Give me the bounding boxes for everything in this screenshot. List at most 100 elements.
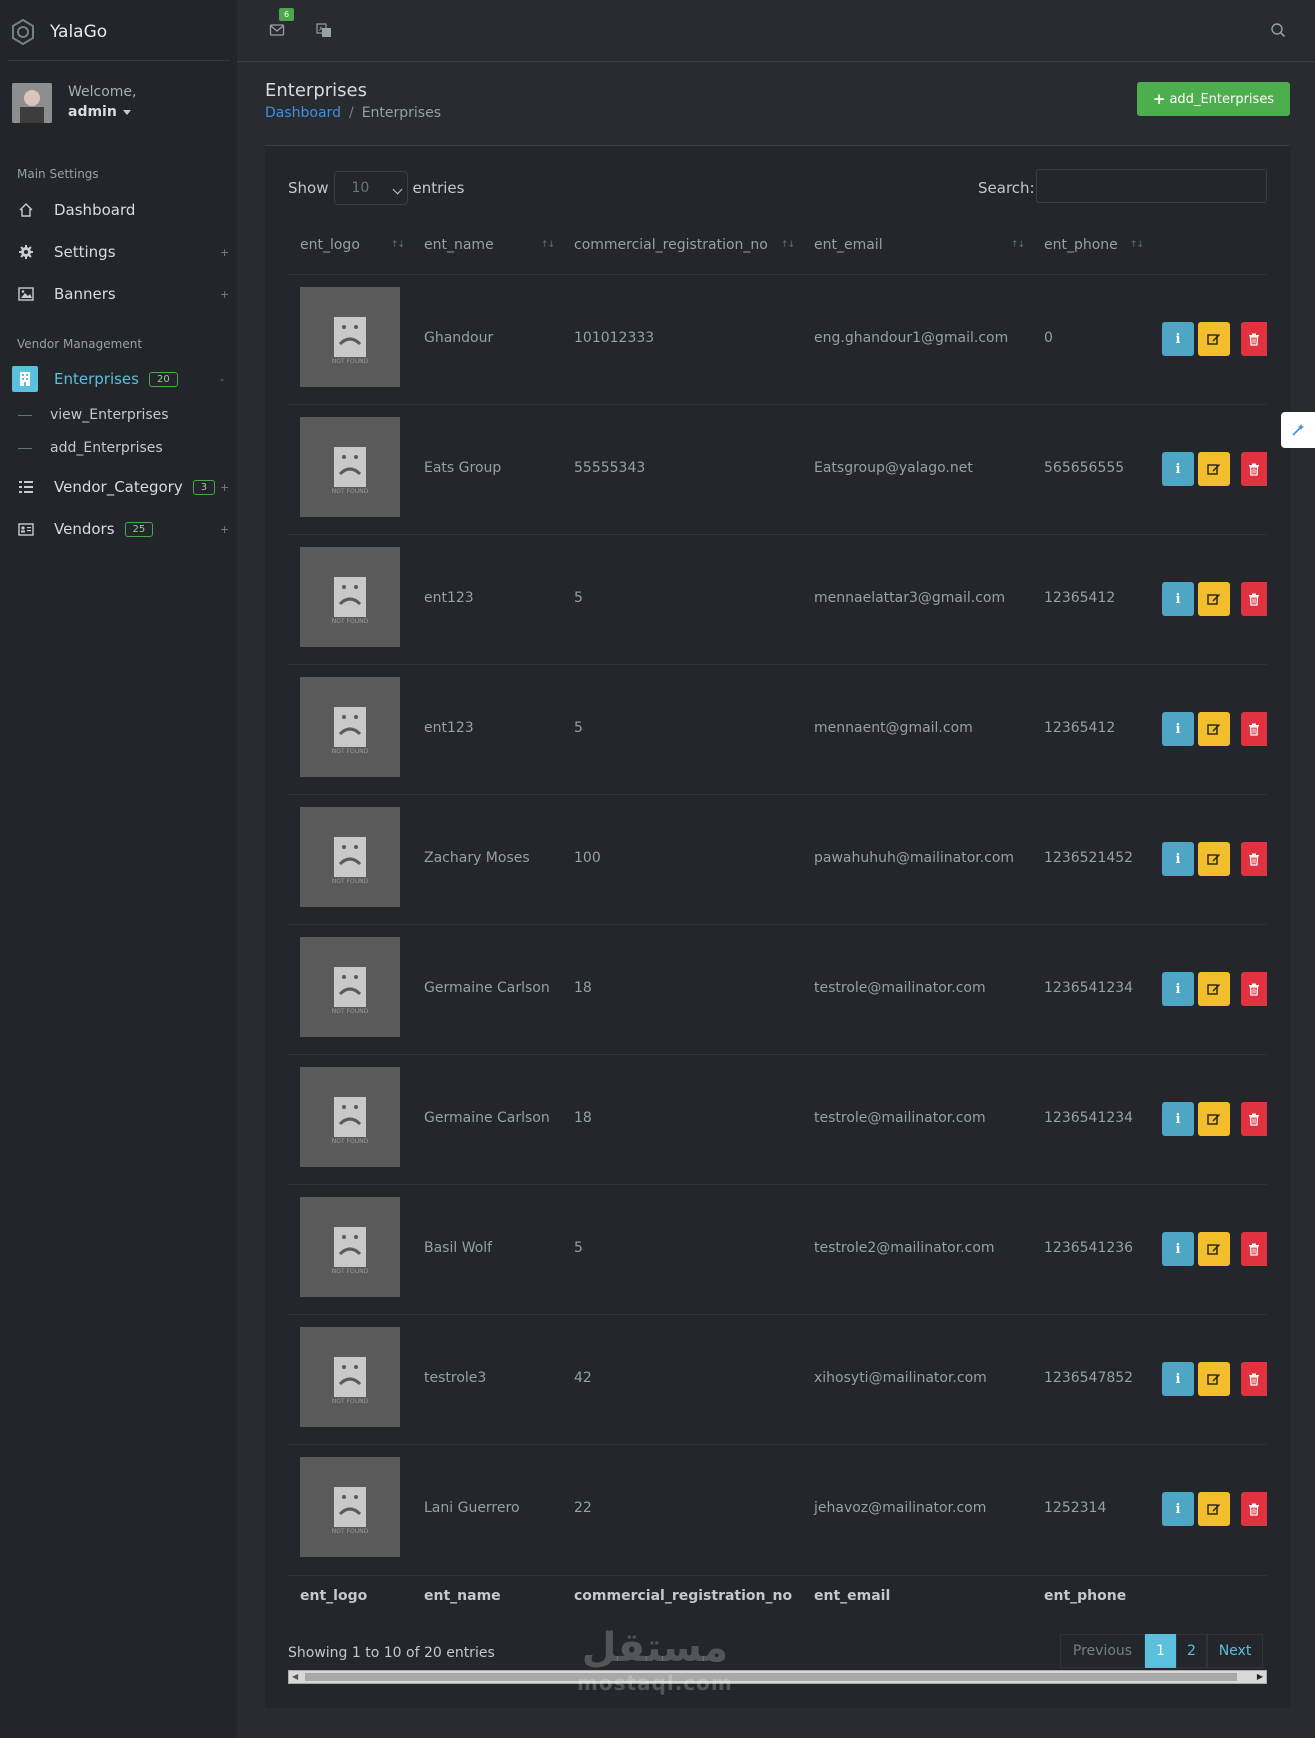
- edit-button[interactable]: [1198, 582, 1230, 616]
- user-profile[interactable]: Welcome, admin: [12, 83, 137, 123]
- cell-commercial-registration-no: 101012333: [574, 330, 655, 346]
- search-icon[interactable]: [1270, 22, 1286, 38]
- cell-commercial-registration-no: 5: [574, 590, 583, 606]
- column-header-ent-logo[interactable]: ent_logo: [300, 237, 360, 253]
- edit-button[interactable]: [1198, 972, 1230, 1006]
- edit-button[interactable]: [1198, 712, 1230, 746]
- scroll-left-arrow-icon[interactable]: ◀: [292, 1672, 298, 1681]
- enterprise-logo: NOT FOUND: [300, 1067, 400, 1167]
- edit-button[interactable]: [1198, 1102, 1230, 1136]
- cell-ent-name: Zachary Moses: [424, 850, 530, 866]
- collapse-icon[interactable]: -: [220, 373, 224, 386]
- delete-button[interactable]: [1241, 1492, 1267, 1526]
- sort-icon[interactable]: ↑↓: [1130, 240, 1144, 250]
- entries-select[interactable]: 10: [334, 171, 409, 205]
- mail-icon[interactable]: [269, 22, 285, 38]
- expand-icon[interactable]: +: [220, 523, 229, 536]
- brand[interactable]: YalaGo: [10, 18, 107, 46]
- horizontal-scrollbar[interactable]: ◀ ▶: [288, 1670, 1267, 1684]
- info-icon: i: [1175, 851, 1181, 867]
- trash-icon: [1249, 1243, 1259, 1256]
- cell-commercial-registration-no: 100: [574, 850, 601, 866]
- add-enterprises-button[interactable]: + add_Enterprises: [1137, 82, 1290, 116]
- delete-button[interactable]: [1241, 972, 1267, 1006]
- footer-header-ent-phone: ent_phone: [1044, 1588, 1127, 1604]
- info-button[interactable]: i: [1162, 1362, 1194, 1396]
- info-button[interactable]: i: [1162, 582, 1194, 616]
- info-button[interactable]: i: [1162, 452, 1194, 486]
- username: admin: [68, 104, 117, 120]
- column-header-ent-phone[interactable]: ent_phone: [1044, 237, 1118, 253]
- expand-icon[interactable]: +: [220, 246, 229, 259]
- cell-ent-email: testrole@mailinator.com: [814, 980, 986, 996]
- row-divider: [288, 1054, 1267, 1055]
- enterprise-logo: NOT FOUND: [300, 417, 400, 517]
- search-input[interactable]: [1036, 169, 1267, 203]
- info-button[interactable]: i: [1162, 1492, 1194, 1526]
- page-2-button[interactable]: 2: [1176, 1634, 1207, 1668]
- info-button[interactable]: i: [1162, 322, 1194, 356]
- edit-button[interactable]: [1198, 452, 1230, 486]
- edit-button[interactable]: [1198, 842, 1230, 876]
- watermark-latin: mostaql.com: [577, 1671, 733, 1695]
- expand-icon[interactable]: +: [220, 481, 229, 494]
- sidebar-item-label: Vendors 25: [54, 520, 154, 538]
- edit-button[interactable]: [1198, 322, 1230, 356]
- column-header-ent-name[interactable]: ent_name: [424, 237, 494, 253]
- delete-button[interactable]: [1241, 1102, 1267, 1136]
- sidebar-item-enterprises[interactable]: Enterprises 20 -: [0, 362, 237, 396]
- next-page-button[interactable]: Next: [1207, 1634, 1263, 1668]
- sidebar-item-settings[interactable]: Settings +: [0, 235, 237, 269]
- sort-icon[interactable]: ↑↓: [1011, 240, 1025, 250]
- edit-button[interactable]: [1198, 1492, 1230, 1526]
- sidebar-item-dashboard[interactable]: Dashboard: [0, 193, 237, 227]
- info-button[interactable]: i: [1162, 1102, 1194, 1136]
- sort-icon[interactable]: ↑↓: [541, 240, 555, 250]
- sidebar-item-banners[interactable]: Banners +: [0, 277, 237, 311]
- info-button[interactable]: i: [1162, 712, 1194, 746]
- edit-icon: [1207, 724, 1220, 735]
- sort-asc-icon[interactable]: ↑↓: [391, 240, 405, 250]
- column-header-commercial-registration-no[interactable]: commercial_registration_no: [574, 237, 768, 253]
- subitem-label: add_Enterprises: [50, 440, 163, 456]
- info-button[interactable]: i: [1162, 842, 1194, 876]
- trash-icon: [1249, 1373, 1259, 1386]
- sidebar-subitem-view-enterprises[interactable]: view_Enterprises: [18, 407, 169, 423]
- expand-icon[interactable]: +: [220, 288, 229, 301]
- label-text: Vendor_Category: [54, 478, 183, 496]
- info-button[interactable]: i: [1162, 972, 1194, 1006]
- info-icon: i: [1175, 981, 1181, 997]
- delete-button[interactable]: [1241, 842, 1267, 876]
- avatar: [12, 83, 52, 123]
- breadcrumb-dashboard-link[interactable]: Dashboard: [265, 105, 341, 121]
- scrollbar-thumb[interactable]: [305, 1673, 1237, 1681]
- username-dropdown[interactable]: admin: [68, 101, 137, 123]
- trash-icon: [1249, 853, 1259, 866]
- page-1-button[interactable]: 1: [1145, 1634, 1176, 1668]
- info-button[interactable]: i: [1162, 1232, 1194, 1266]
- not-found-text: NOT FOUND: [332, 1138, 369, 1145]
- column-header-ent-email[interactable]: ent_email: [814, 237, 883, 253]
- info-icon: i: [1175, 721, 1181, 737]
- delete-button[interactable]: [1241, 322, 1267, 356]
- edit-icon: [1207, 854, 1220, 865]
- delete-button[interactable]: [1241, 452, 1267, 486]
- delete-button[interactable]: [1241, 582, 1267, 616]
- settings-drawer-toggle[interactable]: [1281, 412, 1315, 448]
- trash-icon: [1249, 1503, 1259, 1516]
- sidebar-item-vendors[interactable]: Vendors 25 +: [0, 512, 237, 546]
- scroll-right-arrow-icon[interactable]: ▶: [1257, 1672, 1263, 1681]
- edit-button[interactable]: [1198, 1362, 1230, 1396]
- edit-button[interactable]: [1198, 1232, 1230, 1266]
- sort-icon[interactable]: ↑↓: [781, 240, 795, 250]
- info-icon: i: [1175, 1111, 1181, 1127]
- sidebar-subitem-add-enterprises[interactable]: add_Enterprises: [18, 440, 163, 456]
- page-header: Enterprises Dashboard / Enterprises: [265, 80, 441, 121]
- translate-icon[interactable]: A: [316, 22, 332, 38]
- sidebar-item-vendor-category[interactable]: Vendor_Category 3 +: [0, 470, 237, 504]
- delete-button[interactable]: [1241, 712, 1267, 746]
- previous-page-button[interactable]: Previous: [1060, 1634, 1145, 1668]
- cell-ent-name: testrole3: [424, 1370, 487, 1386]
- delete-button[interactable]: [1241, 1232, 1267, 1266]
- delete-button[interactable]: [1241, 1362, 1267, 1396]
